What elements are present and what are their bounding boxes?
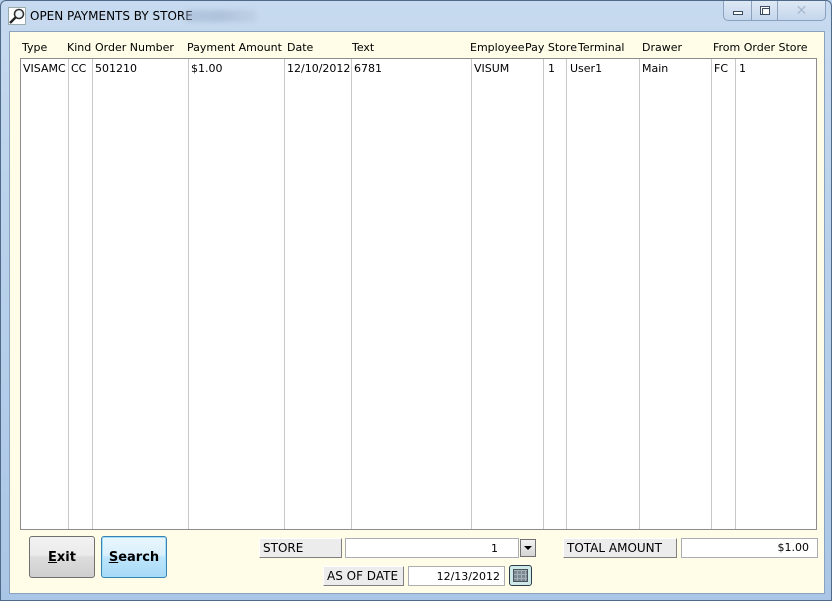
cell-employee: VISUM bbox=[474, 62, 510, 75]
column-divider bbox=[471, 59, 472, 529]
title-bar[interactable]: OPEN PAYMENTS BY STORE ✕ bbox=[1, 1, 831, 31]
minimize-button[interactable] bbox=[724, 1, 752, 20]
column-divider bbox=[543, 59, 544, 529]
store-dropdown-arrow-icon[interactable] bbox=[520, 539, 536, 557]
column-divider bbox=[735, 59, 736, 529]
cell-order-number: 501210 bbox=[95, 62, 137, 75]
store-label-button[interactable]: STORE bbox=[259, 538, 342, 558]
window-title: OPEN PAYMENTS BY STORE bbox=[30, 9, 193, 23]
grid-header: Type Kind Order Number Payment Amount Da… bbox=[20, 32, 817, 58]
column-divider bbox=[92, 59, 93, 529]
column-divider bbox=[351, 59, 352, 529]
column-header-order-number[interactable]: Order Number bbox=[95, 41, 174, 54]
close-icon: ✕ bbox=[795, 2, 808, 19]
as-of-date-input[interactable]: 12/13/2012 bbox=[408, 566, 505, 586]
cell-from-order-code: FC bbox=[714, 62, 729, 75]
maximize-button[interactable] bbox=[752, 1, 778, 20]
cell-date: 12/10/2012 bbox=[287, 62, 351, 75]
grid-body[interactable]: VISAMC CC 501210 $1.00 12/10/2012 6781 V… bbox=[20, 58, 817, 530]
column-divider bbox=[188, 59, 189, 529]
cell-from-order-store: 1 bbox=[739, 62, 746, 75]
cell-drawer: Main bbox=[642, 62, 669, 75]
store-select[interactable]: 1 bbox=[345, 538, 519, 558]
maximize-icon bbox=[759, 6, 770, 15]
cell-type: VISAMC bbox=[23, 62, 66, 75]
column-header-date[interactable]: Date bbox=[287, 41, 313, 54]
total-amount-label-button[interactable]: TOTAL AMOUNT bbox=[563, 538, 677, 558]
magnifier-icon bbox=[8, 7, 26, 25]
column-header-employee[interactable]: Employee bbox=[470, 41, 524, 54]
calendar-button[interactable] bbox=[509, 565, 532, 586]
column-header-payment-amount[interactable]: Payment Amount bbox=[187, 41, 282, 54]
total-amount-value: $1.00 bbox=[777, 541, 810, 554]
cell-terminal: User1 bbox=[570, 62, 603, 75]
as-of-date-label-button[interactable]: AS OF DATE bbox=[323, 566, 404, 586]
app-window: OPEN PAYMENTS BY STORE ✕ Type Kind Order… bbox=[0, 0, 832, 601]
cell-text: 6781 bbox=[354, 62, 382, 75]
column-header-text[interactable]: Text bbox=[352, 41, 374, 54]
column-header-terminal[interactable]: Terminal bbox=[578, 41, 625, 54]
caption-buttons: ✕ bbox=[723, 1, 826, 21]
store-value: 1 bbox=[491, 541, 498, 555]
column-divider bbox=[284, 59, 285, 529]
column-divider bbox=[639, 59, 640, 529]
search-button[interactable]: Search bbox=[101, 536, 167, 578]
close-button[interactable]: ✕ bbox=[778, 1, 825, 20]
cell-kind: CC bbox=[71, 62, 87, 75]
column-divider bbox=[566, 59, 567, 529]
column-divider bbox=[68, 59, 69, 529]
exit-button[interactable]: Exit bbox=[29, 536, 95, 578]
payments-grid: Type Kind Order Number Payment Amount Da… bbox=[20, 32, 817, 530]
column-header-kind[interactable]: Kind bbox=[67, 41, 91, 54]
calendar-icon bbox=[513, 569, 528, 582]
search-mnemonic: S bbox=[108, 549, 119, 565]
cell-payment-amount: $1.00 bbox=[191, 62, 223, 75]
column-header-pay-store[interactable]: Pay Store bbox=[525, 41, 577, 54]
column-header-drawer[interactable]: Drawer bbox=[642, 41, 682, 54]
as-of-date-value: 12/13/2012 bbox=[436, 569, 500, 583]
cell-pay-store: 1 bbox=[548, 62, 555, 75]
search-label: earch bbox=[118, 549, 160, 565]
column-header-from-order-store[interactable]: From Order Store bbox=[713, 41, 808, 54]
column-header-type[interactable]: Type bbox=[22, 41, 47, 54]
column-divider bbox=[711, 59, 712, 529]
minimize-icon bbox=[732, 11, 743, 15]
client-area: Type Kind Order Number Payment Amount Da… bbox=[9, 31, 825, 594]
total-amount-field: $1.00 bbox=[681, 538, 818, 558]
title-redacted-text bbox=[185, 10, 257, 22]
exit-mnemonic: E bbox=[48, 549, 57, 565]
exit-label: xit bbox=[56, 549, 76, 565]
